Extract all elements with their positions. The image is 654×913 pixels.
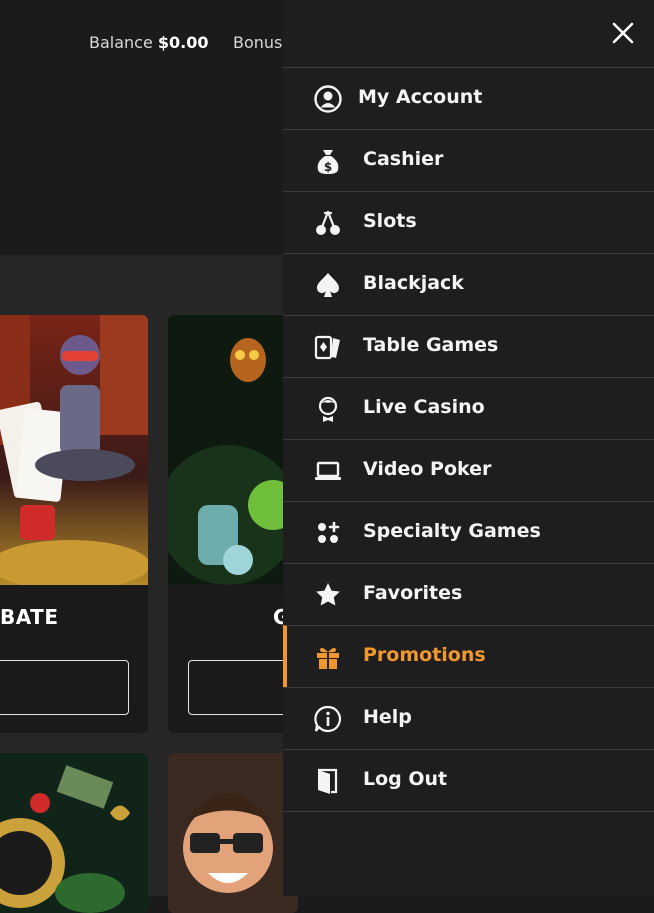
menu-item-blackjack[interactable]: Blackjack [283,253,654,315]
menu-list: My Account $ Cashier Slots Blackjack Tab… [283,67,654,812]
menu-item-label: Promotions [363,644,486,666]
game-card[interactable]: BATE [0,315,148,733]
menu-item-specialty-games[interactable]: Specialty Games [283,501,654,563]
menu-item-label: Specialty Games [363,520,541,542]
spade-icon [313,270,343,300]
menu-item-slots[interactable]: Slots [283,191,654,253]
menu-item-label: Blackjack [363,272,464,294]
menu-item-label: Video Poker [363,458,492,480]
menu-item-promotions[interactable]: Promotions [283,625,654,687]
menu-item-label: Favorites [363,582,463,604]
svg-text:$: $ [324,160,332,174]
money-bag-icon: $ [313,146,343,176]
menu-item-video-poker[interactable]: Video Poker [283,439,654,501]
game-card[interactable] [0,753,148,913]
menu-item-label: Cashier [363,148,444,170]
balance-display: Balance $0.00 [89,33,209,52]
menu-item-help[interactable]: Help [283,687,654,749]
play-button[interactable] [188,660,298,715]
dealer-icon [313,394,343,424]
game-thumbnail [168,315,298,585]
star-icon [313,580,343,610]
bonus-label: Bonus [233,33,283,52]
close-menu-button[interactable] [608,18,638,48]
menu-item-label: Log Out [363,768,448,790]
menu-item-log-out[interactable]: Log Out [283,749,654,812]
menu-item-label: My Account [358,86,483,108]
door-icon [313,766,343,796]
game-title: BATE [0,605,59,629]
close-icon [612,22,634,44]
play-button[interactable] [0,660,129,715]
balance-label: Balance [89,33,153,52]
menu-item-table-games[interactable]: Table Games [283,315,654,377]
game-card[interactable]: G [168,315,298,733]
menu-item-label: Live Casino [363,396,485,418]
menu-item-live-casino[interactable]: Live Casino [283,377,654,439]
cards-icon [313,332,343,362]
user-circle-icon [313,84,343,114]
menu-item-favorites[interactable]: Favorites [283,563,654,625]
game-thumbnail [0,753,148,913]
menu-item-my-account[interactable]: My Account [283,67,654,129]
laptop-icon [313,456,343,486]
info-icon [313,704,343,734]
game-card[interactable] [168,753,298,913]
menu-item-cashier[interactable]: $ Cashier [283,129,654,191]
menu-item-label: Slots [363,210,417,232]
balance-value: $0.00 [157,33,209,52]
menu-item-label: Help [363,706,412,728]
game-thumbnail [0,315,148,585]
gift-icon [313,642,343,672]
game-thumbnail [168,753,298,913]
cherries-icon [313,208,343,238]
dice-dots-icon [313,518,343,548]
menu-item-label: Table Games [363,334,499,356]
